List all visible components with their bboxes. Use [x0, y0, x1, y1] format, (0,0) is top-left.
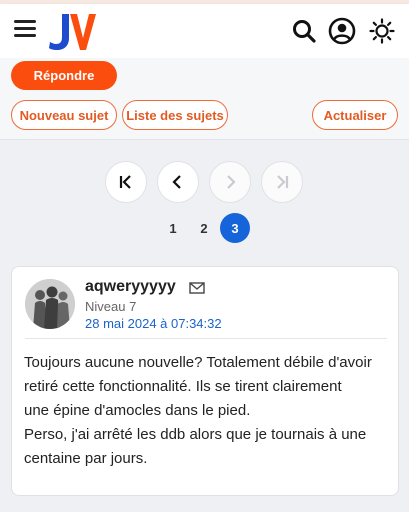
refresh-button[interactable]: Actualiser [312, 100, 398, 130]
page-link-2[interactable]: 2 [189, 213, 219, 243]
reply-button[interactable]: Répondre [11, 61, 117, 90]
post-line: Perso, j'ai arrêté les ddb alors que je … [24, 426, 367, 443]
mail-icon[interactable] [189, 282, 205, 294]
post-line: centaine par jours. [24, 450, 148, 467]
theme-toggle-icon[interactable] [368, 17, 396, 45]
pagination: 1 2 3 [0, 140, 409, 260]
author-level: Niveau 7 [85, 299, 137, 314]
next-page-button[interactable] [209, 161, 251, 203]
search-icon[interactable] [290, 17, 318, 45]
forum-post: aqweryyyyy Niveau 7 28 mai 2024 à 07:34:… [11, 266, 399, 496]
first-page-button[interactable] [105, 161, 147, 203]
post-content: Toujours aucune nouvelle? Totalement déb… [24, 351, 392, 471]
prev-page-icon [172, 175, 181, 189]
prev-page-button[interactable] [157, 161, 199, 203]
post-line: Toujours aucune nouvelle? Totalement déb… [24, 354, 372, 371]
last-page-icon [277, 175, 289, 189]
account-icon[interactable] [328, 17, 356, 45]
next-page-icon [227, 175, 236, 189]
page-link-3-current[interactable]: 3 [220, 213, 250, 243]
first-page-icon [119, 175, 131, 189]
post-author[interactable]: aqweryyyyy [85, 278, 176, 296]
topic-actions-bar: Répondre Nouveau sujet Liste des sujets … [0, 58, 409, 140]
jv-logo[interactable] [48, 12, 96, 52]
post-date-link[interactable]: 28 mai 2024 à 07:34:32 [85, 316, 222, 331]
avatar[interactable] [25, 279, 75, 329]
post-line: retiré cette fonctionnalité. Ils se tire… [24, 378, 342, 395]
post-line: une épine d'amocles dans le pied. [24, 402, 251, 419]
app-header [0, 4, 409, 58]
page-link-1[interactable]: 1 [158, 213, 188, 243]
divider [25, 338, 387, 339]
new-topic-button[interactable]: Nouveau sujet [11, 100, 117, 130]
last-page-button[interactable] [261, 161, 303, 203]
menu-icon[interactable] [14, 20, 40, 42]
topic-list-button[interactable]: Liste des sujets [122, 100, 228, 130]
